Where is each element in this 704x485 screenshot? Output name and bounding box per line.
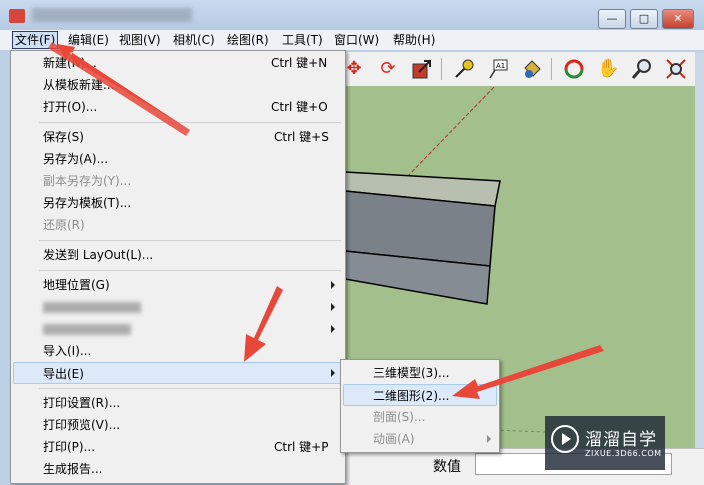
orbit-icon[interactable]: [563, 58, 585, 80]
text-icon[interactable]: A1: [487, 58, 509, 80]
scale-icon[interactable]: [411, 58, 433, 80]
menu-help[interactable]: 帮助(H): [393, 32, 435, 48]
move-icon[interactable]: ✥: [343, 58, 365, 80]
menu-item-generate-report[interactable]: 生成报告...: [13, 458, 343, 480]
menu-item-blurred-1[interactable]: [13, 296, 343, 318]
menu-tools[interactable]: 工具(T): [282, 32, 323, 48]
submenu-arrow-icon: [331, 303, 335, 311]
menu-item-export[interactable]: 导出(E): [13, 362, 343, 384]
menu-item-save-as[interactable]: 另存为(A)...: [13, 148, 343, 170]
menu-item-print[interactable]: 打印(P)... Ctrl 键+P: [13, 436, 343, 458]
file-menu: 新建(N)... Ctrl 键+N 从模板新建... 打开(O)... Ctrl 键…: [10, 50, 346, 484]
menu-item-send-to-layout[interactable]: 发送到 LayOut(L)...: [13, 244, 343, 266]
close-button[interactable]: ✕: [662, 9, 694, 29]
app-icon: [9, 9, 25, 23]
maximize-button[interactable]: □: [630, 9, 658, 29]
submenu-arrow-icon: [331, 325, 335, 333]
menu-item-geo-location[interactable]: 地理位置(G): [13, 274, 343, 296]
tape-measure-icon[interactable]: [453, 58, 475, 80]
menu-item-print-preview[interactable]: 打印预览(V)...: [13, 414, 343, 436]
title-bar: — □ ✕: [0, 0, 704, 32]
export-submenu: 三维模型(3)... 二维图形(2)... 剖面(S)... 动画(A): [340, 359, 500, 453]
menu-item-open[interactable]: 打开(O)... Ctrl 键+O: [13, 96, 343, 118]
submenu-arrow-icon: [331, 369, 335, 377]
menu-item-import[interactable]: 导入(I)...: [13, 340, 343, 362]
menu-item-print-setup[interactable]: 打印设置(R)...: [13, 392, 343, 414]
paint-bucket-icon[interactable]: [521, 58, 543, 80]
menu-view[interactable]: 视图(V): [119, 32, 161, 48]
menu-bar: 文件(F) 编辑(E) 视图(V) 相机(C) 绘图(R) 工具(T) 窗口(W…: [0, 30, 704, 50]
window-right-frame: [695, 52, 704, 484]
play-logo-icon: [551, 425, 579, 453]
value-label: 数值: [433, 459, 461, 475]
menu-camera[interactable]: 相机(C): [173, 32, 215, 48]
submenu-item-2d-graphic[interactable]: 二维图形(2)...: [343, 384, 497, 406]
window-title-blurred: [32, 8, 192, 22]
menu-draw[interactable]: 绘图(R): [227, 32, 269, 48]
pan-icon[interactable]: ✋: [597, 58, 619, 80]
zoom-extents-icon[interactable]: [665, 58, 687, 80]
watermark-logo: 溜溜自学 ZIXUE.3D66.COM: [545, 416, 665, 470]
menu-edit[interactable]: 编辑(E): [68, 32, 109, 48]
rotate-icon[interactable]: ⟳: [377, 58, 399, 80]
watermark-url: ZIXUE.3D66.COM: [585, 449, 662, 458]
submenu-item-animation: 动画(A): [343, 428, 497, 450]
watermark-title: 溜溜自学: [585, 430, 657, 450]
menu-item-new[interactable]: 新建(N)... Ctrl 键+N: [13, 52, 343, 74]
submenu-arrow-icon: [331, 281, 335, 289]
menu-item-save-as-template[interactable]: 另存为模板(T)...: [13, 192, 343, 214]
zoom-icon[interactable]: [631, 58, 653, 80]
menu-item-save[interactable]: 保存(S) Ctrl 键+S: [13, 126, 343, 148]
menu-item-blurred-2[interactable]: [13, 318, 343, 340]
toolbar: ✥ ⟳ A1 ✋: [345, 52, 704, 87]
minimize-button[interactable]: —: [598, 9, 626, 29]
svg-text:A1: A1: [496, 62, 505, 70]
menu-window[interactable]: 窗口(W): [334, 32, 379, 48]
submenu-item-3d-model[interactable]: 三维模型(3)...: [343, 362, 497, 384]
menu-item-save-copy-as: 副本另存为(Y)...: [43, 174, 132, 188]
submenu-arrow-icon: [487, 435, 491, 443]
menu-item-revert: 还原(R): [43, 218, 85, 232]
submenu-item-section: 剖面(S)...: [373, 410, 426, 424]
menu-item-new-from-template[interactable]: 从模板新建...: [13, 74, 343, 96]
menu-file[interactable]: 文件(F): [12, 31, 59, 49]
